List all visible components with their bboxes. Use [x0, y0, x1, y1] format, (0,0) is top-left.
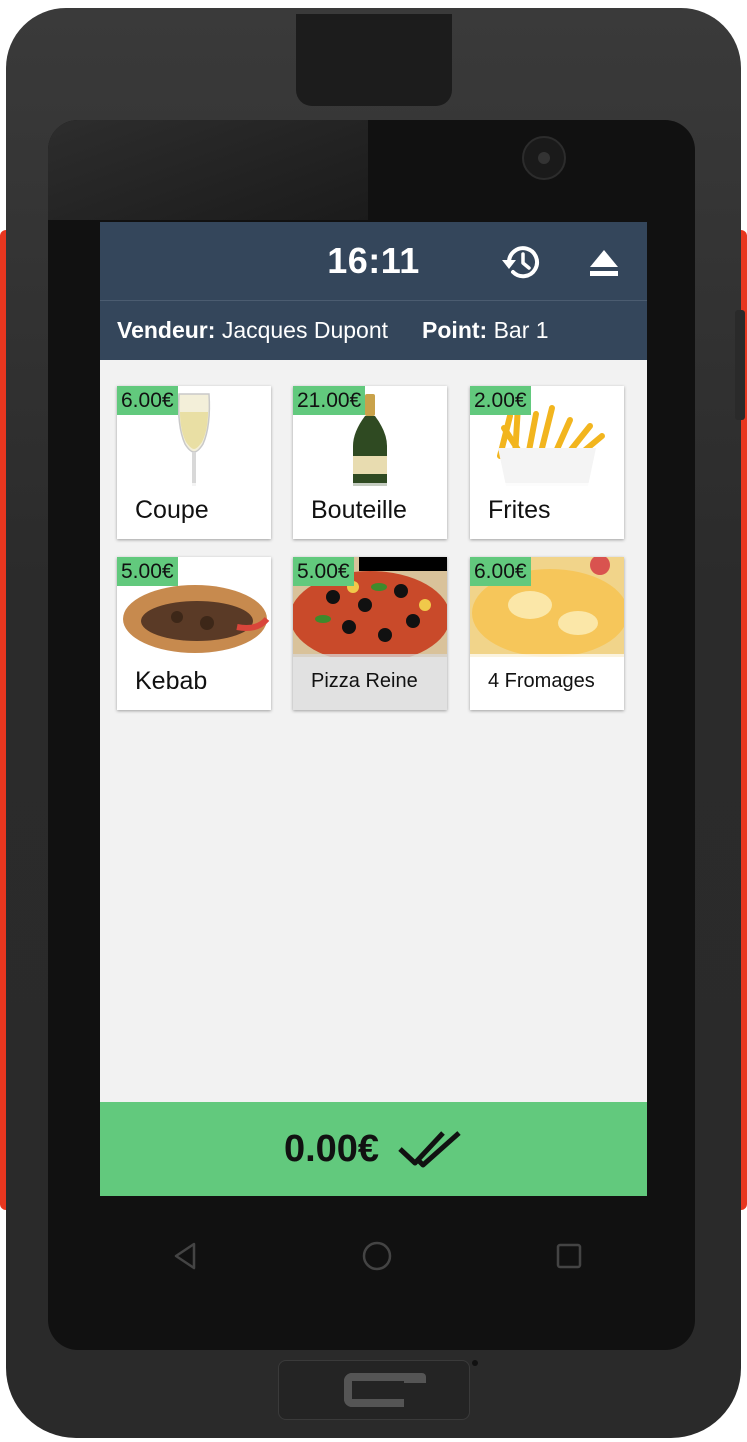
product-price: 5.00€	[117, 557, 178, 586]
product-price: 6.00€	[117, 386, 178, 415]
product-tile-bouteille[interactable]: 21.00€ Bouteille	[293, 386, 447, 539]
top-bar: 16:11	[100, 222, 647, 301]
nav-back-button[interactable]	[168, 1239, 202, 1273]
product-tile-4-fromages[interactable]: 6.00€ 4 Fromages	[470, 557, 624, 710]
seller-name: Jacques Dupont	[221, 317, 389, 343]
bezel-shine	[48, 120, 368, 220]
recent-square-icon	[556, 1243, 582, 1269]
seller-info: Vendeur: Jacques Dupont	[117, 317, 388, 344]
home-circle-icon	[362, 1241, 392, 1271]
clock: 16:11	[327, 240, 420, 281]
product-price: 6.00€	[470, 557, 531, 586]
front-camera	[522, 136, 566, 180]
phone-logo-plate	[278, 1360, 470, 1420]
eject-button[interactable]	[586, 244, 622, 280]
product-label: 4 Fromages	[488, 670, 595, 692]
eject-icon	[590, 250, 618, 276]
nav-recent-apps-button[interactable]	[552, 1239, 586, 1273]
history-button[interactable]	[500, 240, 544, 284]
product-label: Coupe	[135, 496, 209, 524]
product-price: 21.00€	[293, 386, 366, 415]
product-label: Pizza Reine	[311, 670, 418, 692]
double-check-icon	[398, 1131, 461, 1168]
product-price: 2.00€	[470, 386, 531, 415]
seller-label: Vendeur:	[117, 317, 216, 343]
phone-side-button	[735, 310, 745, 420]
product-tile-frites[interactable]: 2.00€ Frites	[470, 386, 624, 539]
session-info-bar: Vendeur: Jacques Dupont Point: Bar 1	[100, 301, 647, 360]
order-total: 0.00€	[283, 1127, 380, 1170]
product-tile-pizza-reine[interactable]: 5.00€ Pizza Reine	[293, 557, 447, 710]
product-price: 5.00€	[293, 557, 354, 586]
back-triangle-icon	[174, 1242, 196, 1270]
product-tile-coupe[interactable]: 6.00€ Coupe	[117, 386, 271, 539]
product-label: Bouteille	[311, 496, 407, 524]
android-nav-bar	[100, 1225, 647, 1285]
brand-logo-icon	[344, 1373, 426, 1407]
microphone-hole	[472, 1360, 478, 1366]
app-screen: 16:11 Vendeur: Jacques Dupont Point: Bar…	[100, 222, 647, 1196]
nav-home-button[interactable]	[360, 1239, 394, 1273]
product-label: Kebab	[135, 667, 208, 695]
point-info: Point: Bar 1	[422, 317, 549, 344]
product-tile-kebab[interactable]: 5.00€ Kebab	[117, 557, 271, 710]
history-icon	[502, 246, 539, 279]
point-label: Point:	[422, 317, 488, 343]
validate-order-button[interactable]: 0.00€	[100, 1102, 647, 1196]
phone-top-notch	[296, 14, 452, 106]
product-label: Frites	[488, 496, 551, 524]
point-name: Bar 1	[493, 317, 549, 343]
